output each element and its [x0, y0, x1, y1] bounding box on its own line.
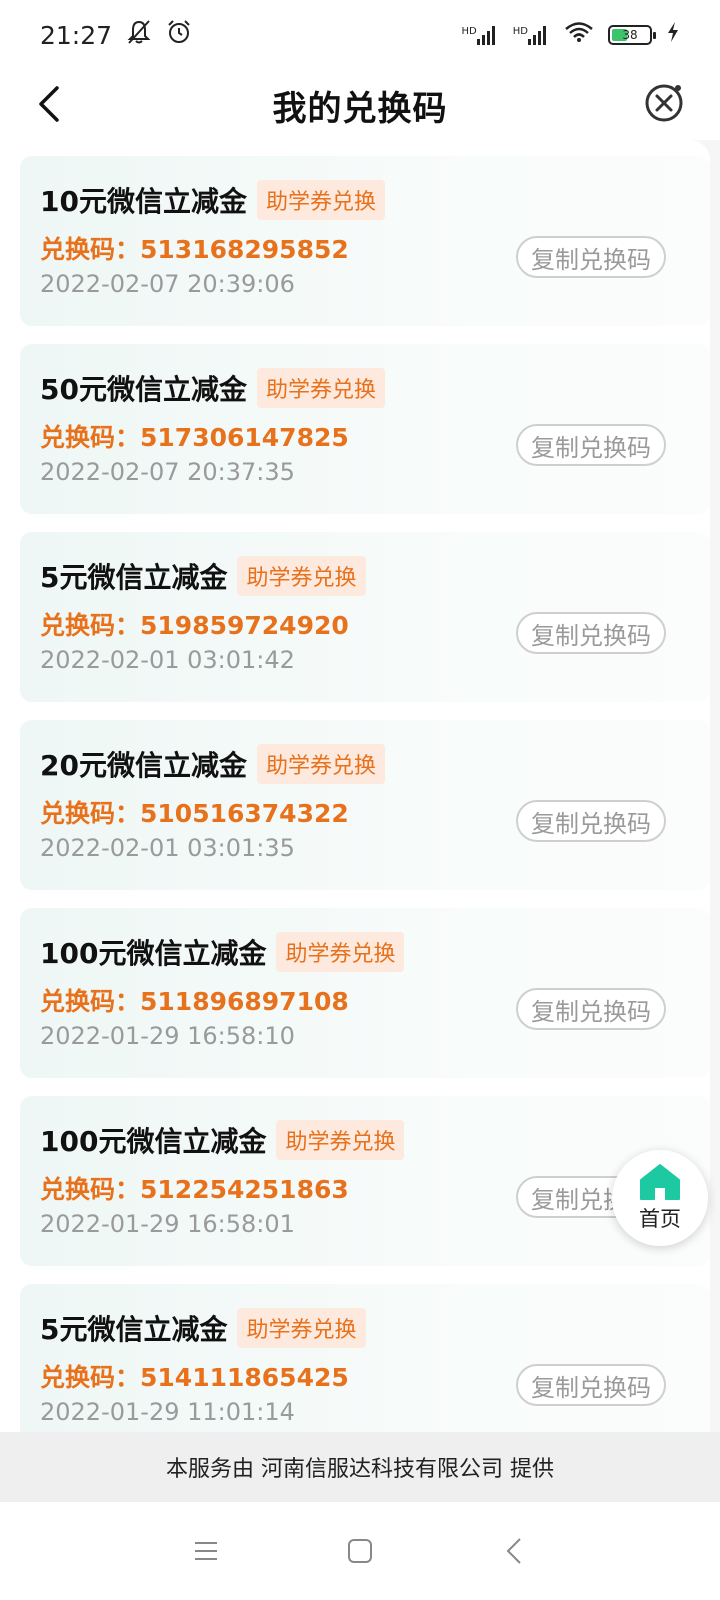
copy-code-button[interactable]: 复制兑换码: [516, 236, 666, 278]
home-floating-button[interactable]: 首页: [612, 1150, 708, 1246]
close-circle-icon: [645, 84, 683, 122]
redeem-code: 兑换码：517306147825: [40, 418, 349, 454]
coupon-tag: 助学券兑换: [276, 1120, 405, 1160]
charging-icon: [666, 21, 680, 49]
copy-code-button[interactable]: 复制兑换码: [516, 612, 666, 654]
coupon-name: 5元微信立减金: [40, 561, 228, 594]
battery-icon: 38: [608, 25, 656, 45]
redeem-time: 2022-02-01 03:01:42: [40, 646, 295, 674]
copy-code-button[interactable]: 复制兑换码: [516, 988, 666, 1030]
close-miniprogram-button[interactable]: [642, 79, 688, 125]
battery-level: 38: [622, 28, 638, 42]
square-icon: [348, 1539, 372, 1563]
redeem-code: 兑换码：510516374322: [40, 794, 349, 830]
copy-code-button[interactable]: 复制兑换码: [516, 424, 666, 466]
page-title: 我的兑换码: [272, 88, 448, 129]
code-value: 517306147825: [140, 423, 349, 452]
redeem-code: 兑换码：513168295852: [40, 230, 349, 266]
code-label: 兑换码：: [40, 1175, 141, 1204]
redeem-time: 2022-01-29 16:58:10: [40, 1022, 295, 1050]
signal-icon-2: HD: [513, 25, 550, 45]
network-label-1: HD: [461, 26, 477, 37]
code-value: 514111865425: [140, 1363, 349, 1392]
redeem-code: 兑换码：512254251863: [40, 1170, 349, 1206]
code-value: 513168295852: [140, 235, 349, 264]
coupon-tag: 助学券兑换: [256, 180, 385, 220]
code-label: 兑换码：: [40, 987, 141, 1016]
nav-menu-button[interactable]: [184, 1529, 228, 1573]
coupon-name: 20元微信立减金: [40, 749, 247, 782]
coupon-name: 100元微信立减金: [40, 937, 267, 970]
alarm-icon: [166, 19, 192, 51]
coupon-tag: 助学券兑换: [237, 556, 366, 596]
mute-bell-icon: [126, 19, 152, 51]
service-provider-footer: 本服务由 河南信服达科技有限公司 提供: [0, 1432, 720, 1502]
copy-code-button[interactable]: 复制兑换码: [516, 1364, 666, 1406]
chevron-left-icon: [39, 86, 59, 122]
coupon-card: 5元微信立减金 助学券兑换 兑换码：514111865425 2022-01-2…: [20, 1284, 710, 1432]
coupon-card: 10元微信立减金 助学券兑换 兑换码：513168295852 2022-02-…: [20, 156, 710, 326]
coupon-tag: 助学券兑换: [256, 368, 385, 408]
coupon-card: 100元微信立减金 助学券兑换 兑换码：511896897108 2022-01…: [20, 908, 710, 1078]
footer-text: 本服务由 河南信服达科技有限公司 提供: [166, 1457, 554, 1482]
chevron-left-icon: [506, 1538, 521, 1564]
code-label: 兑换码：: [40, 423, 141, 452]
redeem-time: 2022-01-29 16:58:01: [40, 1210, 295, 1238]
redeem-code: 兑换码：519859724920: [40, 606, 349, 642]
network-label-2: HD: [512, 26, 528, 37]
coupon-card: 100元微信立减金 助学券兑换 兑换码：512254251863 2022-01…: [20, 1096, 710, 1266]
coupon-name: 10元微信立减金: [40, 185, 247, 218]
coupon-list[interactable]: 10元微信立减金 助学券兑换 兑换码：513168295852 2022-02-…: [0, 140, 720, 1432]
signal-icon-1: HD: [462, 25, 499, 45]
status-bar: 21:27 HD HD 38: [0, 0, 720, 70]
system-nav-bar: [0, 1502, 720, 1600]
code-label: 兑换码：: [40, 611, 141, 640]
code-label: 兑换码：: [40, 799, 141, 828]
code-value: 511896897108: [140, 987, 349, 1016]
coupon-card: 5元微信立减金 助学券兑换 兑换码：519859724920 2022-02-0…: [20, 532, 710, 702]
code-label: 兑换码：: [40, 1363, 141, 1392]
back-button[interactable]: [28, 82, 72, 126]
redeem-time: 2022-02-07 20:39:06: [40, 270, 295, 298]
code-value: 519859724920: [140, 611, 349, 640]
redeem-time: 2022-01-29 11:01:14: [40, 1398, 295, 1426]
coupon-tag: 助学券兑换: [256, 744, 385, 784]
status-time: 21:27: [40, 20, 113, 50]
copy-code-button[interactable]: 复制兑换码: [516, 800, 666, 842]
code-label: 兑换码：: [40, 235, 141, 264]
coupon-tag: 助学券兑换: [237, 1308, 366, 1348]
home-icon: [640, 1164, 680, 1200]
header: 我的兑换码: [0, 70, 720, 140]
nav-back-button[interactable]: [492, 1529, 536, 1573]
home-label: 首页: [639, 1207, 681, 1231]
code-value: 510516374322: [140, 799, 349, 828]
redeem-code: 兑换码：514111865425: [40, 1358, 349, 1394]
wifi-icon: [564, 21, 594, 49]
coupon-card: 50元微信立减金 助学券兑换 兑换码：517306147825 2022-02-…: [20, 344, 710, 514]
coupon-name: 50元微信立减金: [40, 373, 247, 406]
coupon-name: 5元微信立减金: [40, 1313, 228, 1346]
coupon-card: 20元微信立减金 助学券兑换 兑换码：510516374322 2022-02-…: [20, 720, 710, 890]
nav-home-button[interactable]: [338, 1529, 382, 1573]
coupon-tag: 助学券兑换: [276, 932, 405, 972]
coupon-name: 100元微信立减金: [40, 1125, 267, 1158]
redeem-code: 兑换码：511896897108: [40, 982, 349, 1018]
menu-icon: [195, 1542, 217, 1560]
redeem-time: 2022-02-01 03:01:35: [40, 834, 295, 862]
redeem-time: 2022-02-07 20:37:35: [40, 458, 295, 486]
code-value: 512254251863: [140, 1175, 349, 1204]
